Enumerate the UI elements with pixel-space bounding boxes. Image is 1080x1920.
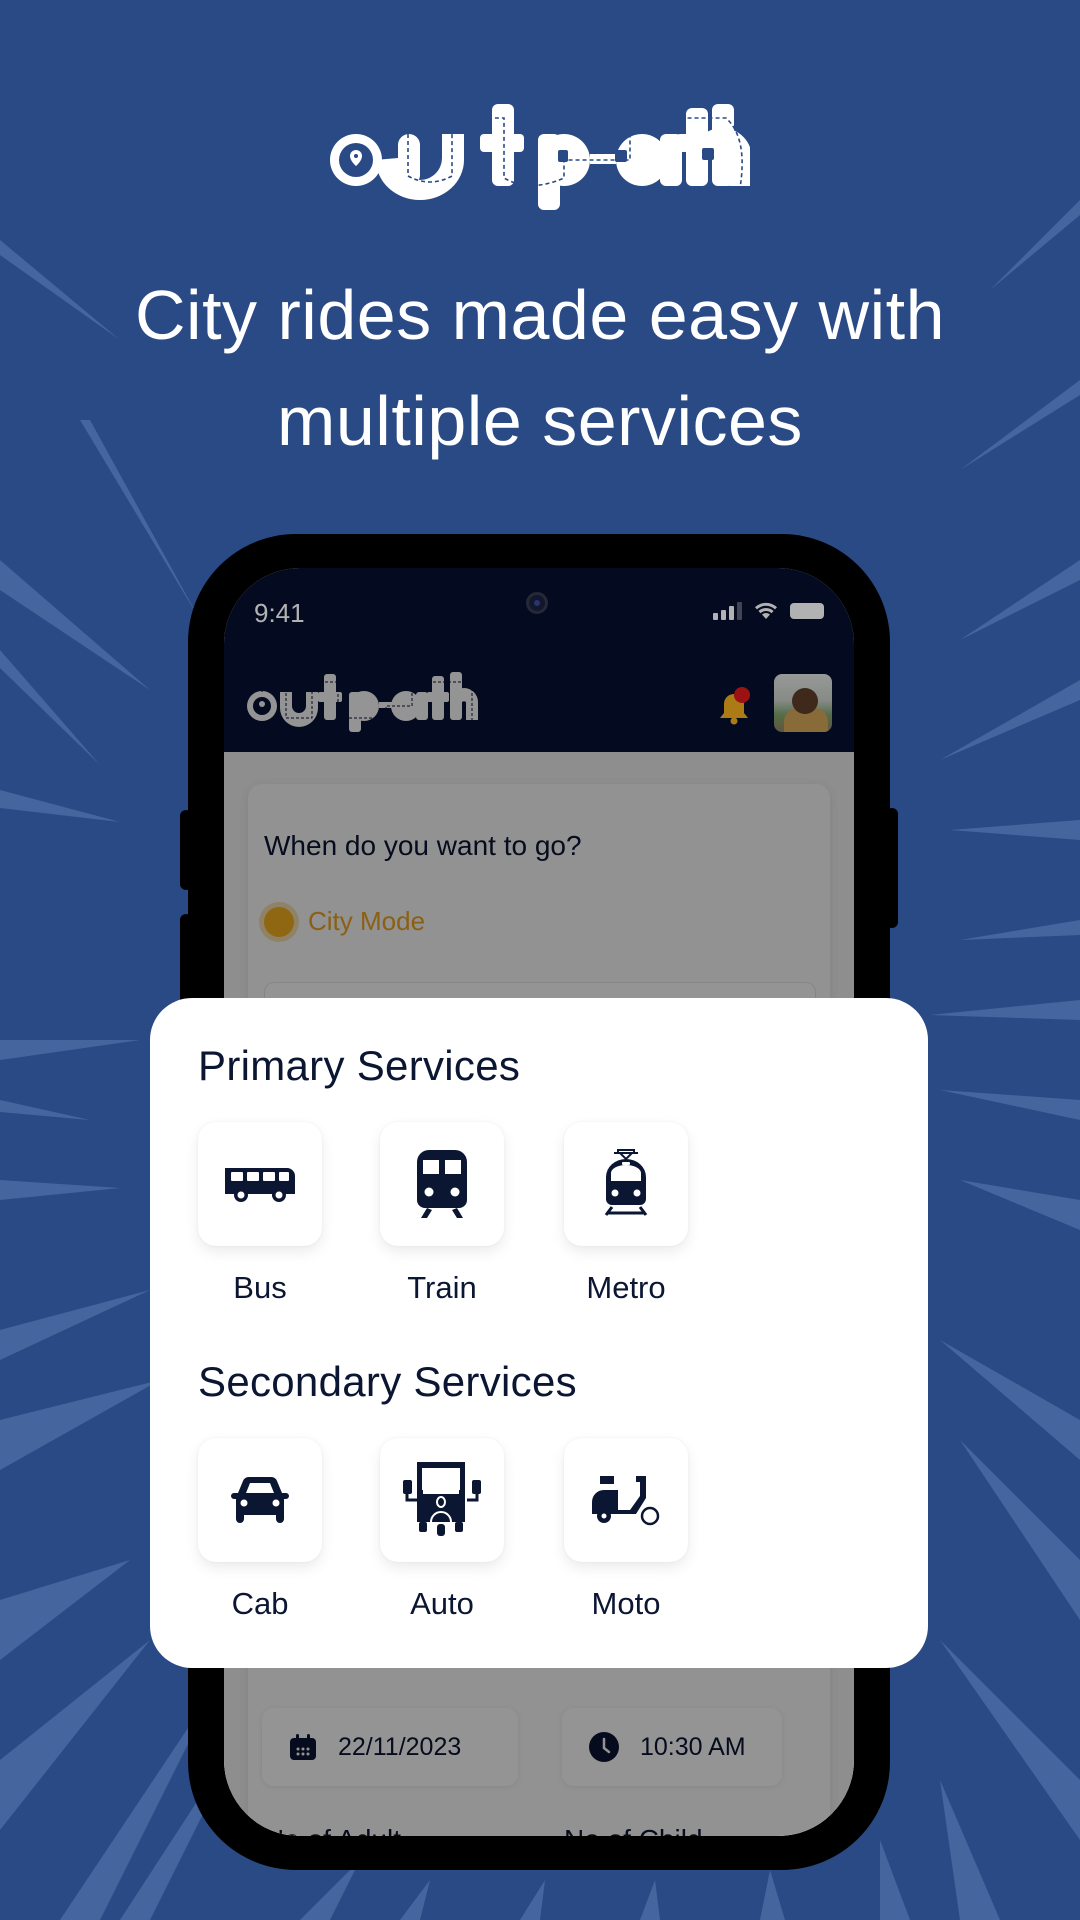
bus-icon bbox=[225, 1168, 295, 1202]
scooter-icon bbox=[592, 1476, 660, 1526]
service-tile[interactable] bbox=[564, 1122, 688, 1246]
service-metro[interactable]: Metro bbox=[564, 1122, 688, 1306]
signal-icon bbox=[713, 602, 742, 620]
trip-question: When do you want to go? bbox=[264, 830, 582, 861]
app-logo[interactable] bbox=[246, 668, 482, 732]
secondary-services-title: Secondary Services bbox=[198, 1358, 577, 1405]
service-train[interactable]: Train bbox=[380, 1122, 504, 1306]
battery-icon bbox=[790, 603, 824, 619]
app-header: 9:41 bbox=[224, 568, 854, 752]
city-mode-label: City Mode bbox=[308, 906, 426, 936]
car-icon bbox=[231, 1476, 289, 1523]
child-count-label: No of Child bbox=[564, 1824, 703, 1836]
date-field[interactable]: 22/11/2023 bbox=[262, 1708, 518, 1786]
service-label: Auto bbox=[410, 1586, 474, 1621]
service-tile[interactable] bbox=[380, 1122, 504, 1246]
headline-line-1: City rides made easy with bbox=[134, 276, 945, 354]
services-popup: Primary Services Bus Train Metro Seconda… bbox=[150, 998, 928, 1668]
metro-icon bbox=[604, 1149, 648, 1216]
service-label: Bus bbox=[233, 1270, 287, 1305]
auto-rickshaw-icon bbox=[403, 1462, 481, 1536]
service-label: Train bbox=[407, 1270, 477, 1305]
date-value: 22/11/2023 bbox=[338, 1732, 462, 1761]
notification-bell-icon[interactable] bbox=[718, 686, 752, 726]
brand-logo bbox=[330, 104, 750, 210]
calendar-icon bbox=[290, 1734, 316, 1760]
service-auto[interactable]: Auto bbox=[380, 1438, 504, 1622]
train-icon bbox=[417, 1150, 467, 1218]
primary-services-title: Primary Services bbox=[198, 1042, 521, 1089]
adult-count-label: No of Adult bbox=[264, 1824, 401, 1836]
time-field[interactable]: 10:30 AM bbox=[562, 1708, 782, 1786]
power-button bbox=[886, 808, 898, 928]
service-bus[interactable]: Bus bbox=[198, 1122, 322, 1306]
service-moto[interactable]: Moto bbox=[564, 1438, 688, 1622]
service-label: Metro bbox=[586, 1270, 666, 1305]
status-icons bbox=[713, 602, 824, 620]
headline-line-2: multiple services bbox=[277, 382, 803, 460]
service-label: Cab bbox=[231, 1586, 289, 1621]
notification-dot bbox=[734, 687, 750, 703]
service-tile[interactable] bbox=[564, 1438, 688, 1562]
service-tile[interactable] bbox=[380, 1438, 504, 1562]
radio-selected-icon bbox=[264, 906, 294, 937]
service-cab[interactable]: Cab bbox=[198, 1438, 322, 1622]
volume-up-button bbox=[180, 810, 192, 890]
service-tile[interactable] bbox=[198, 1438, 322, 1562]
status-time: 9:41 bbox=[254, 598, 305, 628]
time-value: 10:30 AM bbox=[640, 1732, 746, 1761]
avatar[interactable] bbox=[774, 674, 832, 732]
headline: City rides made easy with multiple servi… bbox=[0, 262, 1080, 474]
clock-icon bbox=[589, 1732, 619, 1762]
wifi-icon bbox=[755, 602, 777, 619]
service-label: Moto bbox=[591, 1586, 661, 1621]
front-camera bbox=[526, 592, 548, 614]
service-tile[interactable] bbox=[198, 1122, 322, 1246]
city-mode-option[interactable]: City Mode bbox=[264, 906, 425, 937]
